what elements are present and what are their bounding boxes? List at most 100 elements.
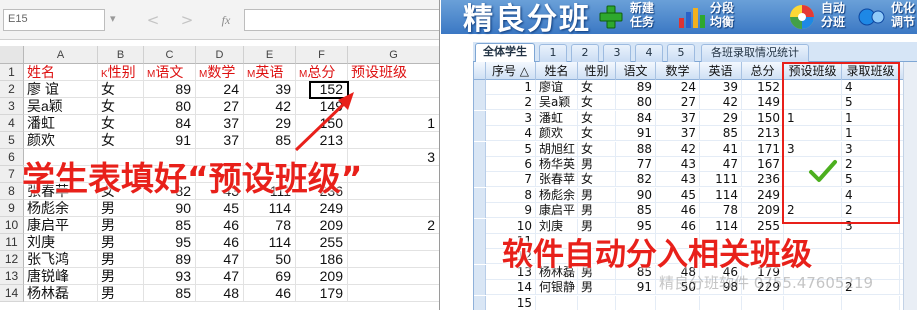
vertical-scrollbar[interactable] [903,62,917,310]
grid-header-gender[interactable]: 性别 [578,62,616,80]
row-selector[interactable] [474,295,486,310]
cell-gender[interactable]: 男 [98,217,144,234]
row-selector[interactable] [474,264,486,280]
cell-chinese[interactable]: 95 [144,234,196,251]
cell-gender[interactable]: 女 [98,115,144,132]
cell-english[interactable]: 50 [244,251,296,268]
row-selector[interactable] [474,280,486,296]
cell-english[interactable]: 29 [244,115,296,132]
cell-math[interactable]: 37 [196,132,244,149]
auto-assign-button[interactable]: 自动 分班 [787,0,865,34]
cell-preset-class[interactable] [348,285,439,302]
cell-preset-class[interactable]: 1 [348,115,439,132]
header-cell-name[interactable]: 姓名 [24,64,98,81]
tab-class-2[interactable]: 2 [571,44,599,62]
cell-math[interactable]: 47 [196,268,244,285]
cell-gender[interactable]: 男 [98,234,144,251]
tab-class-5[interactable]: 5 [667,44,695,62]
row-header[interactable]: 14 [0,285,24,302]
row-header[interactable]: 10 [0,217,24,234]
row-header[interactable]: 5 [0,132,24,149]
cell-math[interactable]: 27 [196,98,244,115]
cell-total[interactable]: 179 [296,285,348,302]
new-task-button[interactable]: 新建 任务 [596,0,674,34]
cell-name[interactable]: 廖 谊 [24,81,98,98]
row-selector[interactable] [474,80,486,95]
tab-admission-stats[interactable]: 各班录取情况统计 [701,44,809,62]
row-selector[interactable] [474,126,486,142]
cell-name[interactable]: 唐锐峰 [24,268,98,285]
cell-total[interactable]: 249 [296,200,348,217]
header-cell-total[interactable]: M总分 [296,64,348,81]
cell-chinese[interactable]: 85 [144,285,196,302]
header-cell-gender[interactable]: K性别 [98,64,144,81]
cell-english[interactable]: 85 [244,132,296,149]
row-selector[interactable] [474,249,486,265]
cell-total[interactable]: 186 [296,251,348,268]
cell-name[interactable]: 颜欢 [24,132,98,149]
cell-chinese[interactable]: 89 [144,251,196,268]
cell-english[interactable]: 69 [244,268,296,285]
select-all-corner[interactable] [0,46,24,64]
name-box-dropdown-icon[interactable]: ▾ [110,12,116,25]
row-selector[interactable] [474,157,486,172]
cell-chinese[interactable]: 91 [144,132,196,149]
cell-preset-class[interactable]: 2 [348,217,439,234]
cell-preset-class[interactable] [348,234,439,251]
cell-english[interactable]: 78 [244,217,296,234]
row-selector[interactable] [474,234,486,249]
cell-gender[interactable]: 男 [98,285,144,302]
row-selector[interactable] [474,187,486,203]
cell-preset-class[interactable] [348,132,439,149]
cell-name[interactable]: 吴a颖 [24,98,98,115]
row-header[interactable]: 9 [0,200,24,217]
header-cell-english[interactable]: M英语 [244,64,296,81]
header-cell-chinese[interactable]: M语文 [144,64,196,81]
column-header-e[interactable]: E [244,46,296,64]
cell-preset-class[interactable] [348,98,439,115]
tab-class-4[interactable]: 4 [635,44,663,62]
cell-gender[interactable]: 女 [98,81,144,98]
header-cell-math[interactable]: M数学 [196,64,244,81]
row-selector[interactable] [474,95,486,111]
cell-chinese[interactable]: 80 [144,98,196,115]
cell-gender[interactable]: 男 [98,268,144,285]
grid-header-seq[interactable]: 序号 △ [486,62,536,80]
cell-name[interactable]: 刘庚 [24,234,98,251]
cell-english[interactable]: 114 [244,234,296,251]
column-header-a[interactable]: A [24,46,98,64]
row-selector[interactable] [474,218,486,234]
column-header-f[interactable]: F [296,46,348,64]
cell-english[interactable]: 114 [244,200,296,217]
cell-math[interactable]: 45 [196,200,244,217]
cell-math[interactable]: 24 [196,81,244,98]
header-cell-preset-class[interactable]: 预设班级 [348,64,439,81]
row-header[interactable]: 2 [0,81,24,98]
segment-balance-button[interactable]: 分段 均衡 [676,0,754,34]
row-header[interactable]: 13 [0,268,24,285]
cell-english[interactable]: 39 [244,81,296,98]
grid-header-math[interactable]: 数学 [656,62,700,80]
cell-chinese[interactable]: 84 [144,115,196,132]
row-header[interactable]: 8 [0,183,24,200]
tab-class-3[interactable]: 3 [603,44,631,62]
row-header[interactable]: 3 [0,98,24,115]
column-header-g[interactable]: G [348,46,439,64]
optimize-adjust-button[interactable]: 优化 调节 [857,0,917,34]
column-header-c[interactable]: C [144,46,196,64]
fx-icon[interactable]: fx [214,10,238,30]
row-selector[interactable] [474,203,486,219]
cell-gender[interactable]: 女 [98,132,144,149]
row-header[interactable]: 4 [0,115,24,132]
cell-chinese[interactable]: 90 [144,200,196,217]
row-header[interactable]: 7 [0,166,24,183]
cell-math[interactable]: 46 [196,234,244,251]
cell-gender[interactable]: 男 [98,200,144,217]
grid-header-total[interactable]: 总分 [742,62,784,80]
row-header[interactable]: 11 [0,234,24,251]
cell-total[interactable]: 255 [296,234,348,251]
cell-english[interactable]: 42 [244,98,296,115]
name-box[interactable]: E15 [3,9,105,31]
tab-class-1[interactable]: 1 [539,44,567,62]
cell-math[interactable]: 46 [196,217,244,234]
